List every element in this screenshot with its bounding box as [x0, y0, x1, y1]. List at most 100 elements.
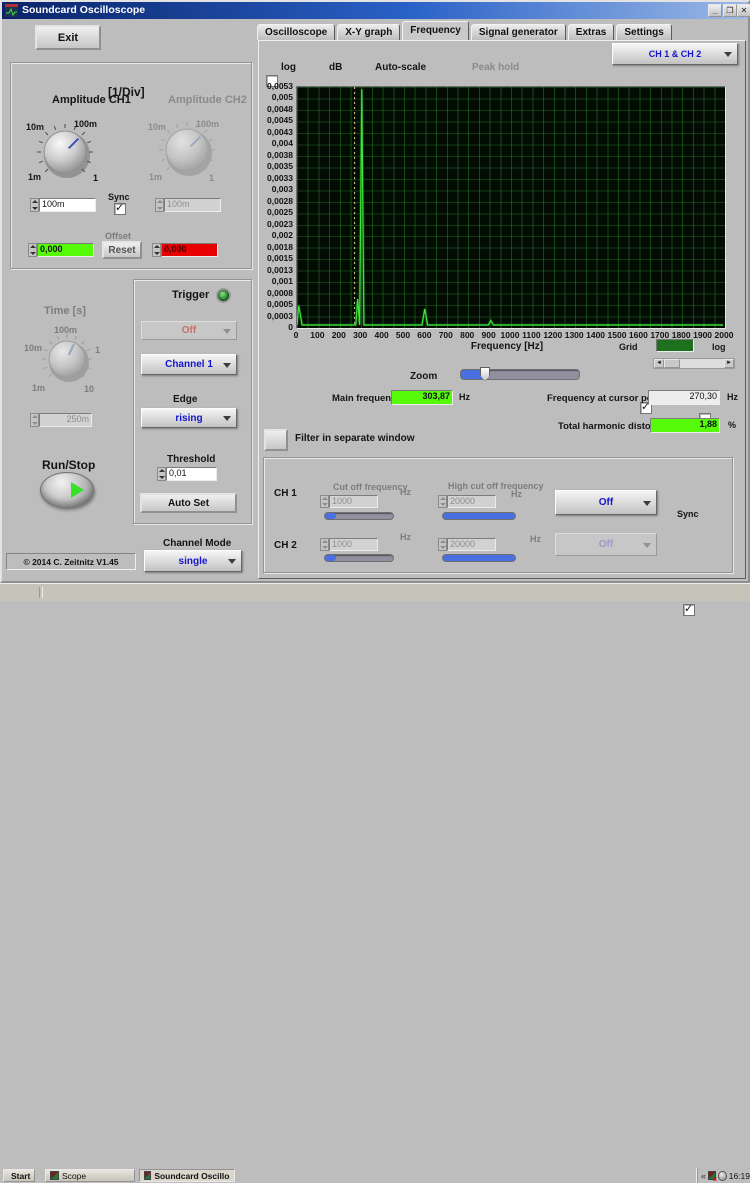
ch2-offset-field[interactable]: 0,000	[152, 243, 218, 257]
minimize-button[interactable]: _	[708, 4, 722, 17]
close-button[interactable]: ✕	[737, 4, 750, 17]
y-axis-tick: 0,0033	[267, 173, 293, 183]
hz-label: Hz	[530, 534, 541, 544]
channel-select-dropdown[interactable]: CH 1 & CH 2	[612, 43, 738, 65]
increment-arrows-icon	[155, 198, 164, 212]
taskbar: Start ScopeSoundcard Oscilloscope « x 16…	[0, 583, 750, 601]
y-axis-tick: 0,0028	[267, 196, 293, 206]
y-axis-tick: 0,0043	[267, 127, 293, 137]
main-frequency-field: 303,87	[391, 390, 453, 405]
y-axis-tick: 0,0005	[267, 299, 293, 309]
tab-oscilloscope[interactable]: Oscilloscope	[257, 24, 335, 40]
time-knob	[35, 327, 99, 391]
title-bar[interactable]: Soundcard Oscilloscope _ ❐ ✕	[2, 2, 748, 19]
trigger-source-dropdown[interactable]: Channel 1	[141, 354, 237, 375]
ch1-offset-field[interactable]: 0,000	[28, 243, 94, 257]
plot-scrollbar[interactable]: ◄ ►	[653, 358, 735, 369]
filter-window-button[interactable]	[264, 429, 288, 451]
threshold-value[interactable]: 0,01	[157, 467, 217, 481]
dial-label: 100m	[74, 119, 97, 129]
exit-button[interactable]: Exit	[35, 25, 101, 50]
time-label: Time [s]	[44, 305, 86, 317]
task-button-scope[interactable]: Scope	[45, 1169, 135, 1182]
dial-label: 1m	[149, 172, 162, 182]
thd-field: 1,88	[650, 418, 720, 433]
y-axis-tick: 0,004	[272, 138, 293, 148]
scroll-right-arrow-icon[interactable]: ►	[724, 359, 734, 368]
filter-sync-checkbox[interactable]	[683, 604, 695, 616]
x-log-label: log	[712, 342, 726, 352]
auto-scale-label: Auto-scale	[375, 62, 426, 73]
trigger-led	[216, 288, 231, 303]
increment-arrows-icon[interactable]	[28, 243, 37, 257]
x-axis-tick: 2000	[709, 330, 739, 340]
restore-button[interactable]: ❐	[723, 4, 737, 17]
run-stop-button[interactable]	[40, 472, 94, 508]
zoom-label: Zoom	[410, 371, 437, 382]
amplitude-ch1-value[interactable]: 100m	[30, 198, 96, 212]
dial-label: 100m	[196, 119, 219, 129]
tab-x-y-graph[interactable]: X-Y graph	[337, 24, 400, 40]
tab-extras[interactable]: Extras	[568, 24, 615, 40]
y-axis-tick: 0,0045	[267, 115, 293, 125]
hz-label: Hz	[400, 532, 411, 542]
x-axis-title: Frequency [Hz]	[457, 341, 557, 352]
window-title: Soundcard Oscilloscope	[22, 4, 145, 16]
zoom-slider[interactable]	[460, 369, 580, 380]
increment-arrows-icon	[438, 538, 447, 551]
dial-label: 10m	[148, 122, 166, 132]
y-axis-tick: 0,001	[272, 276, 293, 286]
y-axis-labels: 0,00530,0050,00480,00450,00430,0040,0038…	[254, 86, 293, 327]
cutoff-label: Cut off frequency	[333, 482, 408, 492]
filter-ch1-high-slider[interactable]	[442, 512, 516, 520]
copyright-bar: © 2014 C. Zeitnitz V1.45	[6, 553, 136, 570]
y-axis-tick: 0,0038	[267, 150, 293, 160]
amplitude-sync-checkbox[interactable]	[114, 203, 126, 215]
cursor-frequency-field: 270,30	[648, 390, 720, 405]
scrollbar-thumb[interactable]	[664, 359, 680, 368]
filter-ch1-mode-dropdown[interactable]: Off	[555, 490, 657, 515]
tab-settings[interactable]: Settings	[616, 24, 671, 40]
filter-ch1-low-slider[interactable]	[324, 512, 394, 520]
spectrum-plot[interactable]	[296, 86, 726, 329]
chevron-down-icon	[643, 501, 651, 506]
app-window: Soundcard Oscilloscope _ ❐ ✕ Exit Amplit…	[0, 0, 750, 583]
app-icon	[5, 4, 18, 17]
start-button[interactable]: Start	[3, 1169, 35, 1182]
tray-chevron-icon[interactable]: «	[701, 1171, 706, 1181]
edge-label: Edge	[173, 394, 197, 405]
y-axis-tick: 0,005	[272, 92, 293, 102]
increment-arrows-icon[interactable]	[152, 243, 161, 257]
tray-status-icon[interactable]	[718, 1171, 727, 1181]
dial-label: 1	[93, 173, 98, 183]
y-axis-tick: 0,002	[272, 230, 293, 240]
y-axis-tick: 0,0035	[267, 161, 293, 171]
filter-ch1-high-value: 20000	[438, 495, 496, 508]
filter-ch2-high-slider[interactable]	[442, 554, 516, 562]
y-axis-tick: 0,0008	[267, 288, 293, 298]
hz-label: Hz	[400, 487, 411, 497]
auto-set-button[interactable]: Auto Set	[140, 493, 237, 513]
task-button-soundcard-oscilloscope[interactable]: Soundcard Oscilloscope	[139, 1169, 235, 1182]
y-axis-tick: 0,0018	[267, 242, 293, 252]
trigger-edge-dropdown[interactable]: rising	[141, 408, 237, 428]
y-axis-tick: 0,0023	[267, 219, 293, 229]
increment-arrows-icon[interactable]	[30, 198, 39, 212]
channel-mode-dropdown[interactable]: single	[144, 550, 242, 572]
trace-color-swatch[interactable]	[656, 339, 694, 352]
increment-arrows-icon[interactable]	[157, 467, 166, 481]
time-value: 250m	[30, 413, 92, 427]
tab-signal-generator[interactable]: Signal generator	[471, 24, 566, 40]
y-axis-tick: 0,0013	[267, 265, 293, 275]
tray-network-icon[interactable]: x	[708, 1171, 716, 1180]
chevron-down-icon	[724, 52, 732, 57]
thd-unit: %	[728, 420, 736, 430]
chevron-down-icon	[643, 543, 651, 548]
filter-ch2-low-slider[interactable]	[324, 554, 394, 562]
amplitude-unit-label: [1/Div]	[108, 85, 145, 99]
trigger-label: Trigger	[172, 289, 209, 301]
scroll-left-arrow-icon[interactable]: ◄	[654, 359, 664, 368]
tab-frequency[interactable]: Frequency	[402, 21, 469, 40]
offset-reset-button[interactable]: Reset	[102, 241, 142, 259]
grid-label: Grid	[619, 342, 638, 352]
